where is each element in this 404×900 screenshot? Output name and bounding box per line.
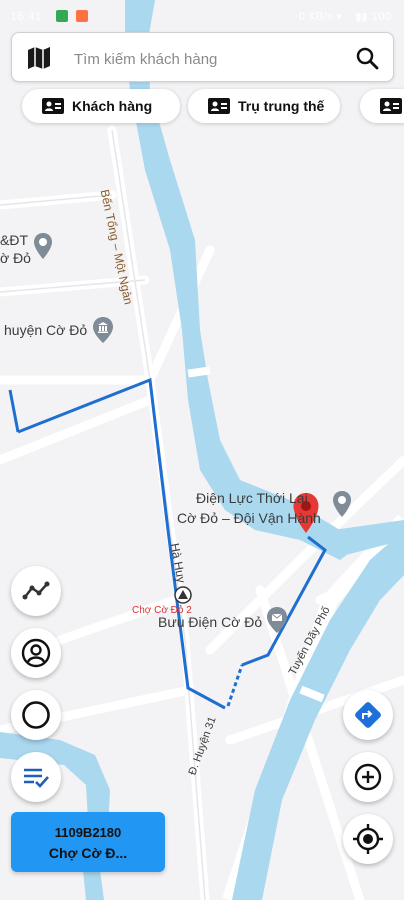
map-label-huyen-co-do: huyện Cờ Đỏ [4,322,88,338]
my-location-button[interactable] [343,814,393,864]
map-label-dien-luc-1: Điện Lực Thới Lai [196,490,308,506]
search-input[interactable] [72,45,346,73]
map-label-dt: &ĐT [0,232,28,248]
checklist-icon [24,768,49,788]
mail-icon[interactable] [266,606,288,634]
chip-label: Trụ trung thế [238,98,325,114]
directions-icon [355,702,381,728]
zoom-in-icon [354,763,382,791]
app-notification-icon [76,10,88,22]
contact-card-icon [208,98,230,114]
market-marker-icon[interactable] [174,586,192,604]
chip-label: Khách hàng [72,98,153,114]
map-label-buu-dien: Bưu Điện Cờ Đỏ [158,614,263,630]
station-name: Chợ Cờ Đ... [48,845,128,861]
contact-card-icon [380,98,402,114]
status-right-info: 0 KB/s ▾ ◦ ▮▮ 100 [298,10,392,23]
search-icon[interactable] [355,46,379,70]
chip-tru-trung-the[interactable]: Trụ trung thế [188,89,340,123]
search-bar[interactable] [11,32,394,82]
location-pin-icon[interactable] [332,490,352,518]
contact-card-icon [42,98,64,114]
location-pin-icon[interactable] [33,232,53,260]
station-code: 1109B2180 [54,825,122,840]
map-icon[interactable] [26,45,52,71]
checklist-button[interactable] [11,752,61,802]
government-building-icon[interactable] [92,316,114,344]
map-label-dien-luc-2: Cờ Đỏ – Đội Vận Hành [177,510,321,526]
chip-more[interactable] [360,89,404,123]
my-location-icon [353,824,383,854]
zoom-in-button[interactable] [343,752,393,802]
draw-polyline-button[interactable] [11,566,61,616]
user-circle-icon [21,638,51,668]
circle-icon [22,701,50,729]
app-notification-icon [56,10,68,22]
status-time: 16:41 [10,10,42,23]
user-profile-button[interactable] [11,628,61,678]
polyline-icon [22,581,50,600]
selected-station-card[interactable]: 1109B2180 Chợ Cờ Đ... [11,812,165,872]
map-label-co-do: ờ Đỏ [0,250,31,266]
directions-button[interactable] [343,690,393,740]
chip-khach-hang[interactable]: Khách hàng [22,89,180,123]
draw-circle-button[interactable] [11,690,61,740]
status-bar: 16:41 0 KB/s ▾ ◦ ▮▮ 100 [0,0,404,32]
